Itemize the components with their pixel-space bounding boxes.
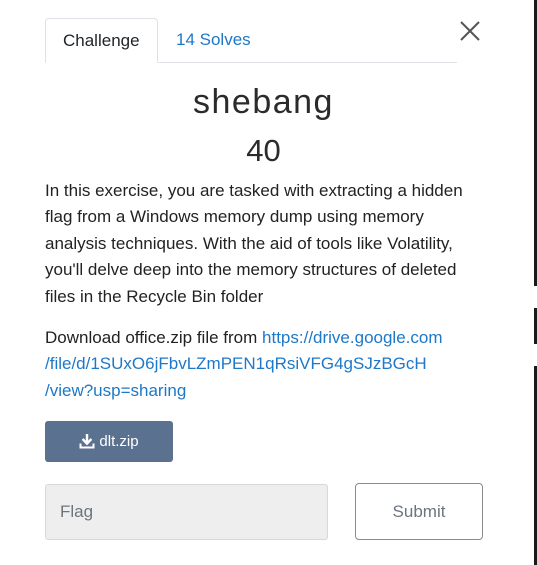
challenge-description: In this exercise, you are tasked with ex…: [45, 178, 480, 310]
flag-input[interactable]: [45, 484, 328, 540]
description-text: In this exercise, you are tasked with ex…: [45, 181, 463, 306]
download-link-line3: /view?usp=sharing: [45, 380, 187, 400]
challenge-points: 40: [246, 133, 281, 168]
download-info: Download office.zip file from https://dr…: [45, 325, 485, 404]
download-icon: [79, 434, 95, 449]
submit-button[interactable]: Submit: [355, 483, 483, 540]
tab-bar: Challenge 14 Solves: [45, 18, 457, 63]
tab-solves[interactable]: 14 Solves: [159, 18, 268, 62]
file-download-button[interactable]: dlt.zip: [45, 421, 173, 462]
download-text: Download office.zip file from: [45, 328, 263, 347]
challenge-name: shebang: [193, 83, 334, 121]
tab-challenge[interactable]: Challenge: [45, 18, 158, 63]
download-link-line2: /file/d/1SUxO6jFbvLZmPEN1qRsiVFG4gSJzBGc…: [45, 354, 427, 374]
file-download-label: dlt.zip: [99, 433, 139, 450]
download-link-line1: https://drive.google.com: [262, 328, 443, 347]
close-icon[interactable]: [459, 20, 481, 42]
